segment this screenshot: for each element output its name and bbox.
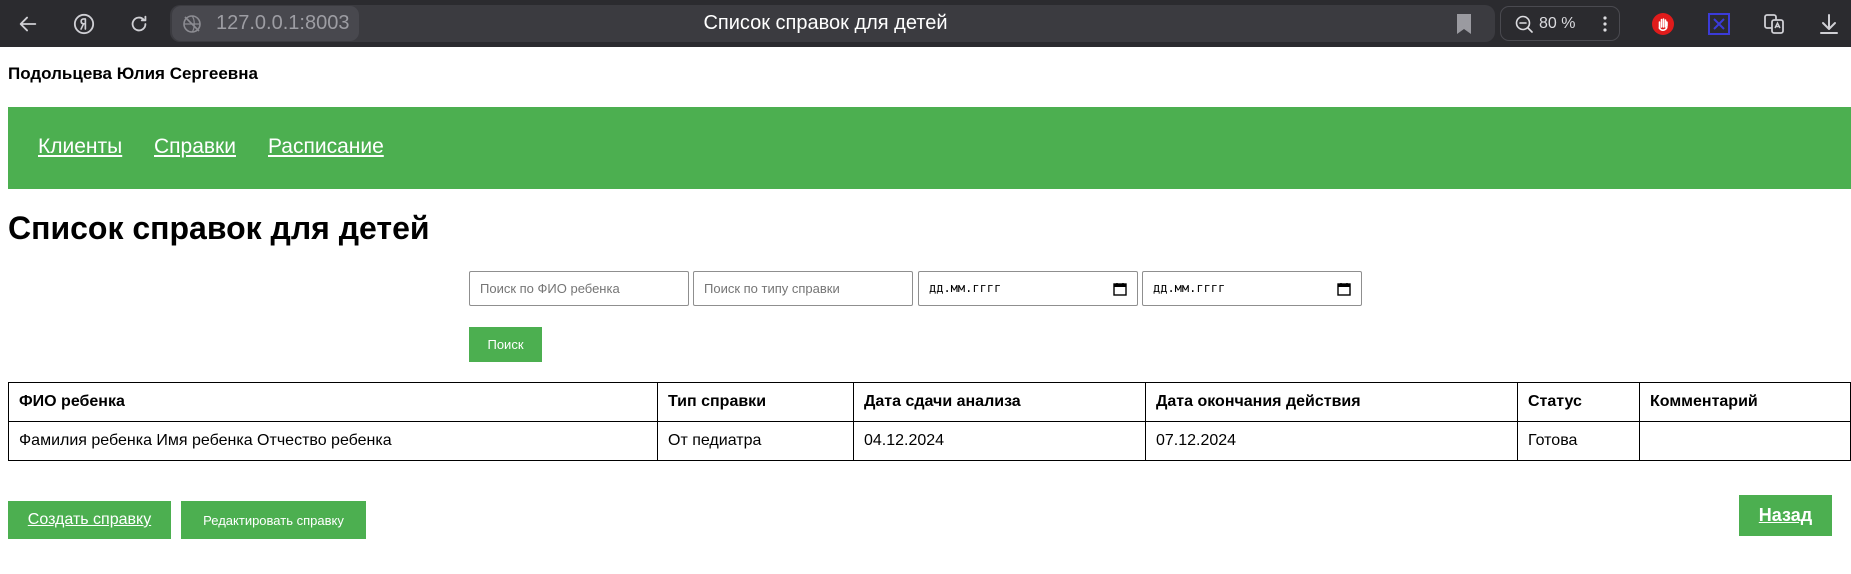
date-from-input[interactable]: дд.мм.гггг [918,271,1138,306]
site-globe-icon [183,15,201,33]
column-header-comment: Комментарий [1639,382,1851,422]
url-host-chip[interactable]: 127.0.0.1:8003 [172,6,360,41]
certificates-table: ФИО ребенка Тип справки Дата сдачи анали… [8,382,1851,461]
cell-submission-date: 04.12.2024 [853,421,1146,461]
table-row[interactable]: Фамилия ребенка Имя ребенка Отчество реб… [8,421,1851,461]
cell-type: От педиатра [657,421,854,461]
cell-comment [1639,421,1851,461]
back-button[interactable]: Назад [1739,495,1832,536]
reload-icon[interactable] [127,12,151,36]
certificate-type-search-input[interactable] [693,271,913,306]
column-header-expiry-date: Дата окончания действия [1145,382,1518,422]
nav-link-clients[interactable]: Клиенты [38,135,122,159]
child-name-search-input[interactable] [469,271,689,306]
cell-child-name: Фамилия ребенка Имя ребенка Отчество реб… [8,421,658,461]
bookmark-icon[interactable] [1455,13,1473,35]
date-to-input[interactable]: дд.мм.гггг [1142,271,1362,306]
address-bar[interactable] [170,5,1495,42]
back-arrow-icon[interactable] [16,12,40,36]
translate-extension-icon[interactable] [1761,11,1787,37]
box-x-extension-icon[interactable] [1706,11,1732,37]
hand-stop-extension-icon[interactable] [1650,11,1676,37]
cell-expiry-date: 07.12.2024 [1145,421,1518,461]
cell-status: Готова [1517,421,1640,461]
edit-certificate-button[interactable]: Редактировать справку [181,501,366,539]
yandex-logo-icon[interactable] [72,12,96,36]
date-from-placeholder: дд.мм.гггг [929,281,1002,295]
table-header-row: ФИО ребенка Тип справки Дата сдачи анали… [8,382,1851,422]
column-header-type: Тип справки [657,382,854,422]
user-name: Подольцева Юлия Сергеевна [8,64,258,83]
download-icon[interactable] [1816,11,1842,37]
nav-link-schedule[interactable]: Расписание [268,135,384,159]
column-header-submission-date: Дата сдачи анализа [853,382,1146,422]
calendar-icon[interactable] [1113,282,1127,296]
column-header-child-name: ФИО ребенка [8,382,658,422]
page-title: Список справок для детей [8,210,430,246]
column-header-status: Статус [1517,382,1640,422]
zoom-control[interactable]: 80 % [1500,6,1620,41]
date-to-placeholder: дд.мм.гггг [1153,281,1226,295]
more-vertical-icon[interactable] [1603,15,1607,33]
url-host-text: 127.0.0.1:8003 [216,12,350,34]
search-button[interactable]: Поиск [469,327,542,362]
zoom-out-icon [1515,15,1533,33]
main-navbar: Клиенты Справки Расписание [8,107,1851,189]
zoom-level: 80 % [1539,15,1576,32]
create-certificate-button[interactable]: Создать справку [8,501,171,539]
browser-toolbar: 127.0.0.1:8003 Список справок для детей … [0,0,1851,47]
calendar-icon[interactable] [1337,282,1351,296]
nav-link-certificates[interactable]: Справки [154,135,236,159]
